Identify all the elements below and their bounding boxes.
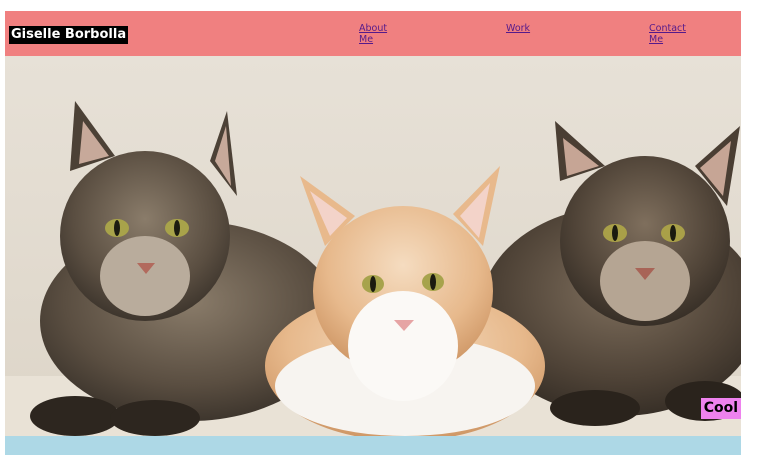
nav-contact-me-link[interactable]: Contact Me <box>649 23 689 45</box>
cool-badge: Cool <box>700 398 741 419</box>
cats-photo <box>5 56 741 436</box>
nav-about-me-link[interactable]: About Me <box>359 23 399 45</box>
page: Giselle Borbolla About Me Work Contact M… <box>5 11 741 455</box>
site-brand: Giselle Borbolla <box>9 26 129 44</box>
footer-band <box>5 436 741 455</box>
hero-image <box>5 56 741 436</box>
nav-work-link[interactable]: Work <box>506 23 546 34</box>
site-header: Giselle Borbolla About Me Work Contact M… <box>5 11 741 56</box>
